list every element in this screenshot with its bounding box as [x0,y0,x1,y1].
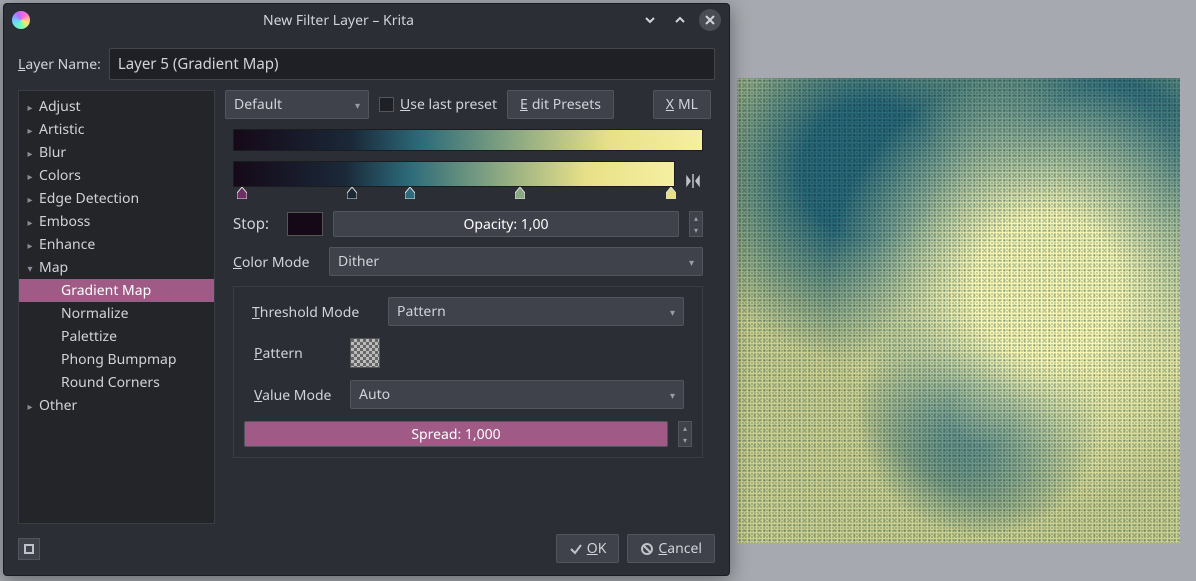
preset-combo[interactable]: Default▾ [225,90,369,119]
tree-item-other[interactable]: ▸ Other [19,394,214,417]
gradient-stop-handle[interactable] [515,187,525,199]
expand-icon[interactable]: ▸ [25,192,35,206]
window-title: New Filter Layer – Krita [38,11,639,30]
preview-toggle-button[interactable] [18,538,40,560]
titlebar: New Filter Layer – Krita [4,4,729,36]
pattern-swatch[interactable] [350,338,380,368]
filter-category-tree[interactable]: ▸ Adjust ▸ Artistic ▸ Blur ▸ Colors ▸ Edge Detect… [18,90,215,524]
gradient-preview [233,129,703,151]
minimize-button[interactable] [639,9,661,31]
tree-item-label: Palettize [61,327,117,346]
expand-icon[interactable]: ▾ [25,261,35,275]
tree-item-label: Phong Bumpmap [61,350,177,369]
expand-icon[interactable]: ▸ [25,169,35,183]
expand-icon[interactable]: ▸ [25,146,35,160]
tree-item-map[interactable]: ▾ Map [19,256,214,279]
close-button[interactable] [699,9,721,31]
tree-item-label: Other [39,396,77,415]
gradient-stop-handle[interactable] [405,187,415,199]
dither-panel: Threshold Mode Pattern▾ Pattern Value Mo… [233,286,703,458]
use-last-preset-checkbox[interactable]: Use last preset [379,95,497,114]
tree-item-phong-bumpmap[interactable]: Phong Bumpmap [19,348,214,371]
canvas-preview [737,78,1180,543]
expand-icon[interactable]: ▸ [25,123,35,137]
tree-item-label: Round Corners [61,373,160,392]
tree-item-round-corners[interactable]: Round Corners [19,371,214,394]
gradient-stop-handle[interactable] [237,187,247,199]
tree-item-emboss[interactable]: ▸ Emboss [19,210,214,233]
threshold-mode-combo[interactable]: Pattern▾ [388,297,684,326]
xml-button[interactable]: XML [653,90,711,119]
tree-item-gradient-map[interactable]: Gradient Map [19,279,214,302]
value-mode-label: Value Mode [254,385,340,405]
mirror-gradient-icon[interactable] [683,171,703,191]
stop-color-swatch[interactable] [287,212,323,236]
tree-item-label: Normalize [61,304,129,323]
spread-spinner[interactable]: ▴▾ [678,421,692,447]
tree-item-enhance[interactable]: ▸ Enhance [19,233,214,256]
new-filter-layer-dialog: New Filter Layer – Krita Layer Name: ▸ Ad… [3,3,730,576]
edit-presets-button[interactable]: Edit Presets [507,90,614,119]
layer-name-label: Layer Name: [18,55,101,74]
gradient-stop-handle[interactable] [347,187,357,199]
tree-item-label: Blur [39,143,66,162]
tree-item-adjust[interactable]: ▸ Adjust [19,95,214,118]
tree-item-artistic[interactable]: ▸ Artistic [19,118,214,141]
gradient-editor[interactable] [233,161,675,187]
ok-button[interactable]: OK [556,534,620,563]
krita-icon [12,11,30,29]
expand-icon[interactable]: ▸ [25,215,35,229]
stop-label: Stop: [233,214,277,234]
tree-item-label: Enhance [39,235,95,254]
tree-item-label: Map [39,258,68,277]
tree-item-blur[interactable]: ▸ Blur [19,141,214,164]
tree-item-colors[interactable]: ▸ Colors [19,164,214,187]
tree-item-edge-detection[interactable]: ▸ Edge Detection [19,187,214,210]
tree-item-label: Edge Detection [39,189,139,208]
spread-slider[interactable]: Spread: 1,000 [244,421,668,447]
cancel-button[interactable]: Cancel [627,534,715,563]
gradient-stop-handle[interactable] [666,187,676,199]
stop-opacity-spinner[interactable]: ▴▾ [689,211,703,237]
color-mode-combo[interactable]: Dither▾ [329,247,703,276]
maximize-button[interactable] [669,9,691,31]
tree-item-label: Artistic [39,120,85,139]
tree-item-label: Adjust [39,97,81,116]
pattern-label: Pattern [254,343,340,363]
layer-name-input[interactable] [109,48,715,80]
tree-item-normalize[interactable]: Normalize [19,302,214,325]
tree-item-palettize[interactable]: Palettize [19,325,214,348]
tree-item-label: Colors [39,166,81,185]
tree-item-label: Gradient Map [61,281,151,300]
color-mode-label: Color Mode [233,252,319,272]
threshold-mode-label: Threshold Mode [252,302,378,322]
gradient-stop-handles[interactable] [233,187,675,201]
value-mode-combo[interactable]: Auto▾ [350,380,684,409]
stop-opacity-slider[interactable]: Opacity: 1,00 [333,211,679,237]
expand-icon[interactable]: ▸ [25,100,35,114]
expand-icon[interactable]: ▸ [25,238,35,252]
expand-icon[interactable]: ▸ [25,399,35,413]
tree-item-label: Emboss [39,212,90,231]
